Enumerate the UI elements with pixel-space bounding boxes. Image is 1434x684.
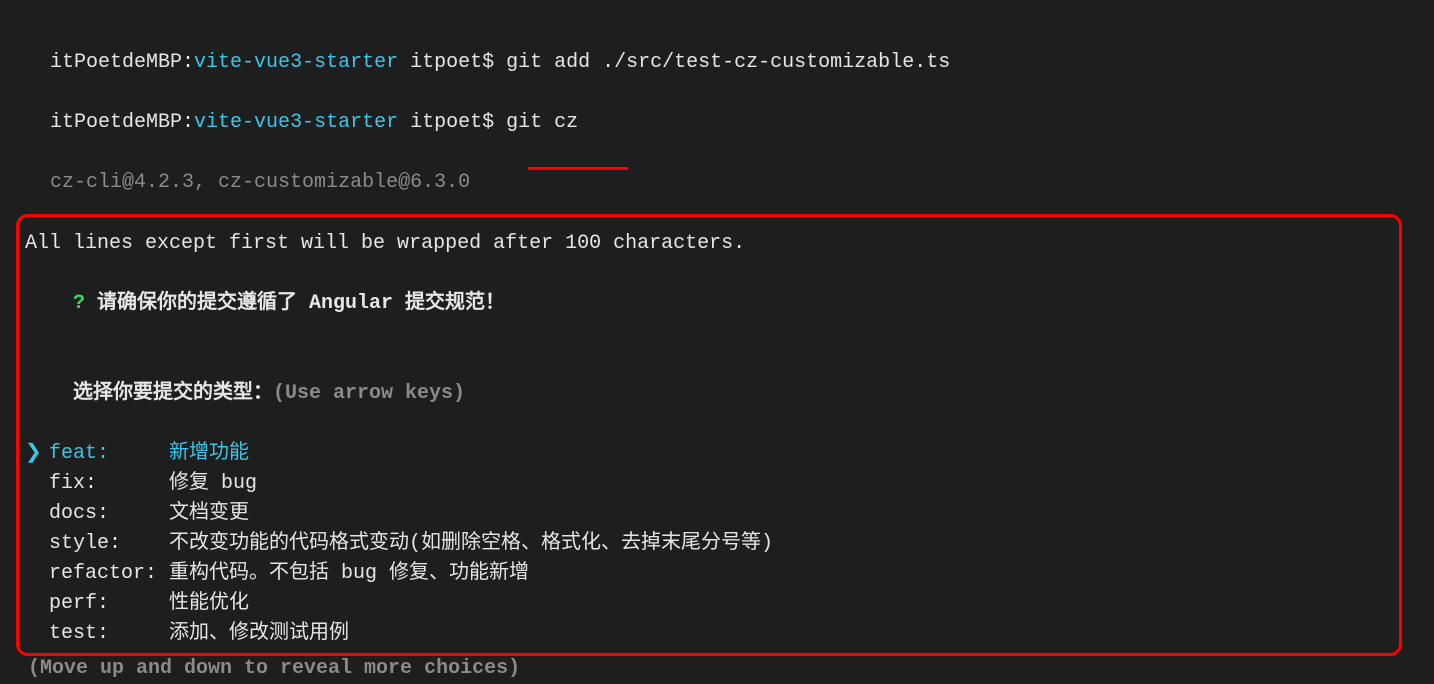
version-text: cz-cli@4.2.3, cz-customizable@6.3.0 [50,171,470,194]
choices-list[interactable]: ❯ feat:新增功能 fix:修复 bug docs:文档变更 style:不… [25,439,1393,649]
choice-type-label: test: [49,619,169,649]
prompt-path: vite-vue3-starter [194,51,398,74]
choice-item[interactable]: docs:文档变更 [25,499,1393,529]
choice-pointer-icon [25,619,49,649]
choice-item[interactable]: perf:性能优化 [25,589,1393,619]
move-hint-text: (Move up and down to reveal more choices… [26,654,1408,684]
prompt-host: itPoetdeMBP: [50,111,194,134]
wrap-info-text: All lines except first will be wrapped a… [25,229,1393,259]
terminal-line-1: itPoetdeMBP:vite-vue3-starter itpoet$ gi… [26,18,1408,78]
choice-description: 性能优化 [169,589,1393,619]
choice-type-label: refactor: [49,559,169,589]
terminal-line-2: itPoetdeMBP:vite-vue3-starter itpoet$ gi… [26,78,1408,138]
choice-description: 添加、修改测试用例 [169,619,1393,649]
choice-type-label: feat: [49,439,169,469]
choice-item[interactable]: fix:修复 bug [25,469,1393,499]
prompt-host: itPoetdeMBP: [50,51,194,74]
choice-pointer-icon [25,499,49,529]
choice-item[interactable]: refactor:重构代码。不包括 bug 修复、功能新增 [25,559,1393,589]
choice-pointer-icon [25,589,49,619]
prompt-user: itpoet$ [398,51,506,74]
select-prompt-text: 选择你要提交的类型： [73,382,273,405]
choice-description: 修复 bug [169,469,1393,499]
choice-description: 文档变更 [169,499,1393,529]
choice-type-label: fix: [49,469,169,499]
highlight-underline-icon [528,167,628,170]
arrow-keys-hint: (Use arrow keys) [273,382,465,405]
choice-pointer-icon [25,529,49,559]
prompt-path: vite-vue3-starter [194,111,398,134]
question-mark-icon: ? [73,292,85,315]
question-line: ? 请确保你的提交遵循了 Angular 提交规范！ [25,259,1393,349]
choice-description: 重构代码。不包括 bug 修复、功能新增 [169,559,1393,589]
highlighted-box: All lines except first will be wrapped a… [16,214,1402,656]
choice-item[interactable]: test:添加、修改测试用例 [25,619,1393,649]
choice-description: 不改变功能的代码格式变动(如删除空格、格式化、去掉末尾分号等) [169,529,1393,559]
choice-type-label: docs: [49,499,169,529]
select-prompt-line: 选择你要提交的类型：(Use arrow keys) [25,349,1393,439]
command-text[interactable]: git cz [506,111,578,134]
choice-pointer-icon: ❯ [25,439,49,469]
choice-description: 新增功能 [169,439,1393,469]
prompt-user: itpoet$ [398,111,506,134]
choice-type-label: style: [49,529,169,559]
question-text: 请确保你的提交遵循了 Angular 提交规范！ [85,292,505,315]
command-text[interactable]: git add ./src/test-cz-customizable.ts [506,51,950,74]
choice-pointer-icon [25,469,49,499]
choice-item[interactable]: ❯ feat:新增功能 [25,439,1393,469]
underline-line: cz-cli@4.2.3, cz-customizable@6.3.0 [26,138,1408,198]
choice-type-label: perf: [49,589,169,619]
choice-pointer-icon [25,559,49,589]
choice-item[interactable]: style:不改变功能的代码格式变动(如删除空格、格式化、去掉末尾分号等) [25,529,1393,559]
